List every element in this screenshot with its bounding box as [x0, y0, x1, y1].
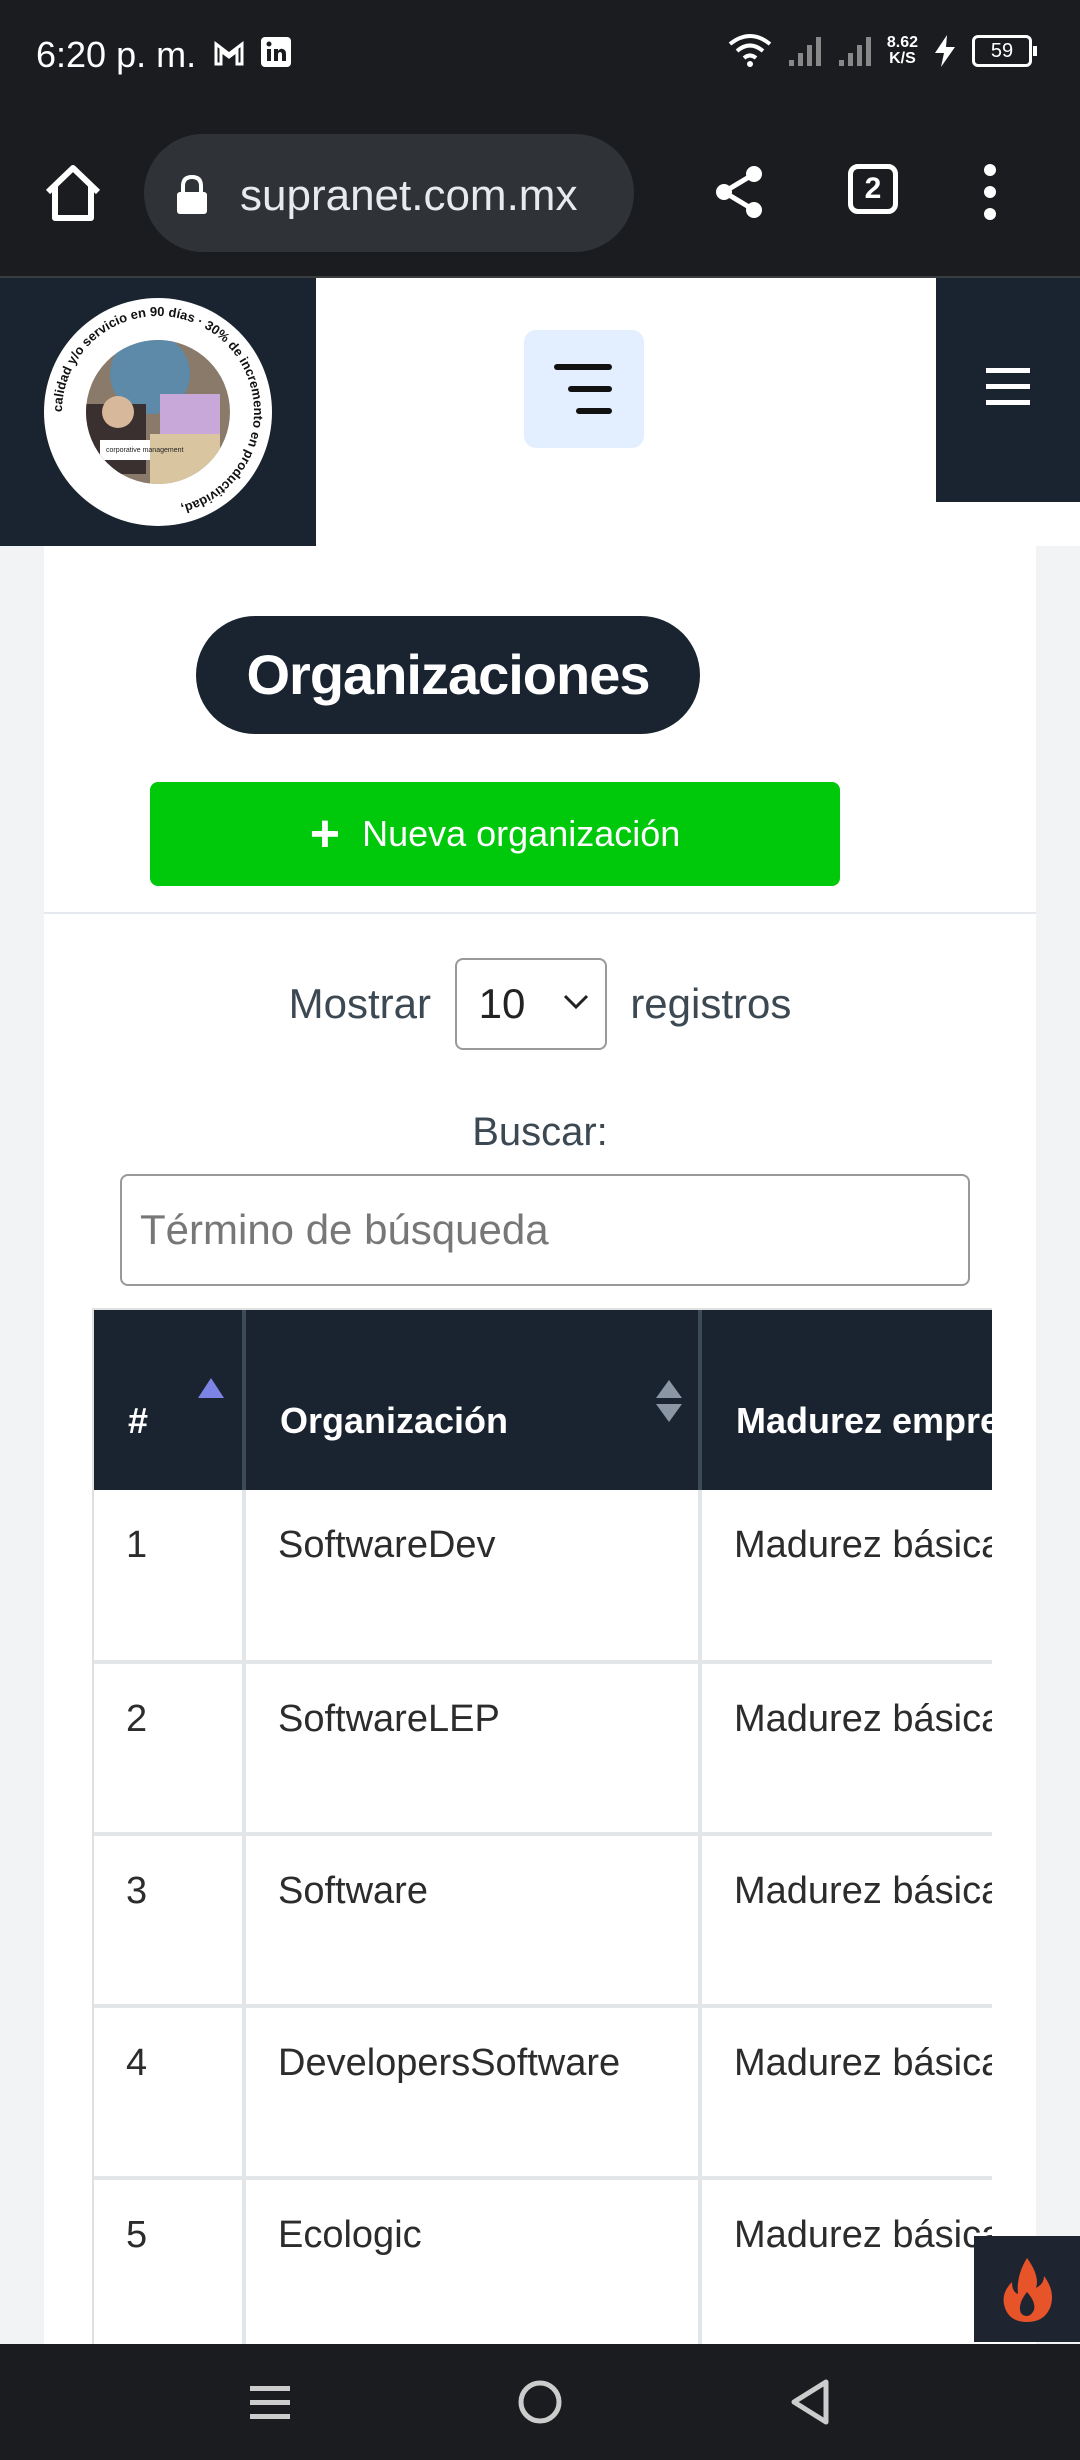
table-row: 4 DevelopersSoftware Madurez básica	[94, 2006, 992, 2180]
new-organization-button[interactable]: + Nueva organización	[150, 782, 840, 886]
signal-icon	[788, 37, 821, 66]
organization-name: Software	[244, 1834, 702, 2008]
browser-menu-icon[interactable]	[980, 164, 1000, 230]
charging-icon	[935, 35, 955, 67]
page-length-control: Mostrar 10 registros	[44, 958, 1036, 1050]
organization-name: DevelopersSoftware	[244, 2006, 702, 2180]
status-bar: 6:20 p. m. 8.62 K/S 59	[0, 0, 1080, 112]
column-header-number[interactable]: #	[94, 1310, 246, 1490]
maturity-level: Madurez básica	[700, 1490, 992, 1664]
back-icon[interactable]	[788, 2374, 832, 2430]
tab-switcher-button[interactable]: 2	[848, 164, 898, 214]
browser-toolbar: supranet.com.mx 2	[0, 112, 1080, 278]
share-icon[interactable]	[712, 164, 766, 220]
search-label: Buscar:	[472, 1110, 608, 1154]
logo-inner-text: corporative management	[106, 447, 183, 454]
table-row: 2 SoftwareLEP Madurez básica	[94, 1662, 992, 1836]
search-input[interactable]	[120, 1174, 970, 1286]
logo-container[interactable]: calidad y/o servicio en 90 días · 30% de…	[0, 278, 316, 546]
maturity-level: Madurez básica	[700, 1662, 992, 1836]
wifi-icon	[728, 34, 772, 67]
sidebar-toggle-button[interactable]	[524, 330, 644, 448]
system-navigation-bar	[0, 2344, 1080, 2460]
organization-name: Ecologic	[244, 2178, 702, 2352]
maturity-level: Madurez básica	[700, 2178, 992, 2352]
status-time: 6:20 p. m.	[36, 34, 197, 75]
organization-name: SoftwareDev	[244, 1490, 702, 1664]
organizations-table: # Organización Madurez empresarial 1 Sof…	[92, 1308, 992, 2360]
row-number: 2	[94, 1662, 246, 1836]
home-icon[interactable]	[40, 160, 106, 226]
row-number: 5	[94, 2178, 246, 2352]
flame-icon	[1003, 2258, 1052, 2322]
flame-debug-button[interactable]	[974, 2236, 1080, 2342]
table-row: 1 SoftwareDev Madurez básica	[94, 1490, 992, 1664]
page-title: Organizaciones	[196, 616, 700, 734]
site-header: calidad y/o servicio en 90 días · 30% de…	[0, 278, 1080, 546]
row-number: 1	[94, 1490, 246, 1664]
row-number: 3	[94, 1834, 246, 2008]
maturity-level: Madurez básica	[700, 2006, 992, 2180]
home-nav-icon[interactable]	[516, 2374, 564, 2430]
show-label: Mostrar	[288, 980, 431, 1027]
divider	[44, 912, 1036, 914]
battery-icon: 59	[972, 35, 1037, 67]
lock-icon	[177, 174, 207, 214]
hamburger-menu-button[interactable]	[936, 278, 1080, 502]
organization-name: SoftwareLEP	[244, 1662, 702, 1836]
linkedin-icon	[261, 37, 291, 67]
url-text: supranet.com.mx	[240, 171, 578, 220]
signal-icon	[838, 37, 871, 66]
table-row: 3 Software Madurez básica	[94, 1834, 992, 2008]
sort-icon	[656, 1380, 682, 1422]
gmail-icon	[214, 40, 244, 66]
maturity-level: Madurez básica	[700, 1834, 992, 2008]
main-card: Organizaciones + Nueva organización Most…	[44, 546, 1036, 2360]
row-number: 4	[94, 2006, 246, 2180]
page-length-value: 10	[478, 980, 526, 1027]
sort-ascending-icon	[198, 1378, 224, 1398]
network-speed: 8.62 K/S	[886, 34, 918, 67]
page-length-select[interactable]: 10	[454, 958, 607, 1050]
new-organization-label: Nueva organización	[362, 813, 681, 854]
column-header-maturity[interactable]: Madurez empresarial	[700, 1310, 992, 1490]
recent-apps-icon[interactable]	[250, 2374, 290, 2430]
table-row: 5 Ecologic Madurez básica	[94, 2178, 992, 2352]
address-bar[interactable]: supranet.com.mx	[144, 134, 634, 252]
company-logo: calidad y/o servicio en 90 días · 30% de…	[44, 298, 272, 526]
chevron-down-icon	[563, 994, 588, 1010]
records-label: registros	[630, 980, 792, 1027]
column-header-organization[interactable]: Organización	[244, 1310, 702, 1490]
plus-icon: +	[309, 805, 341, 863]
